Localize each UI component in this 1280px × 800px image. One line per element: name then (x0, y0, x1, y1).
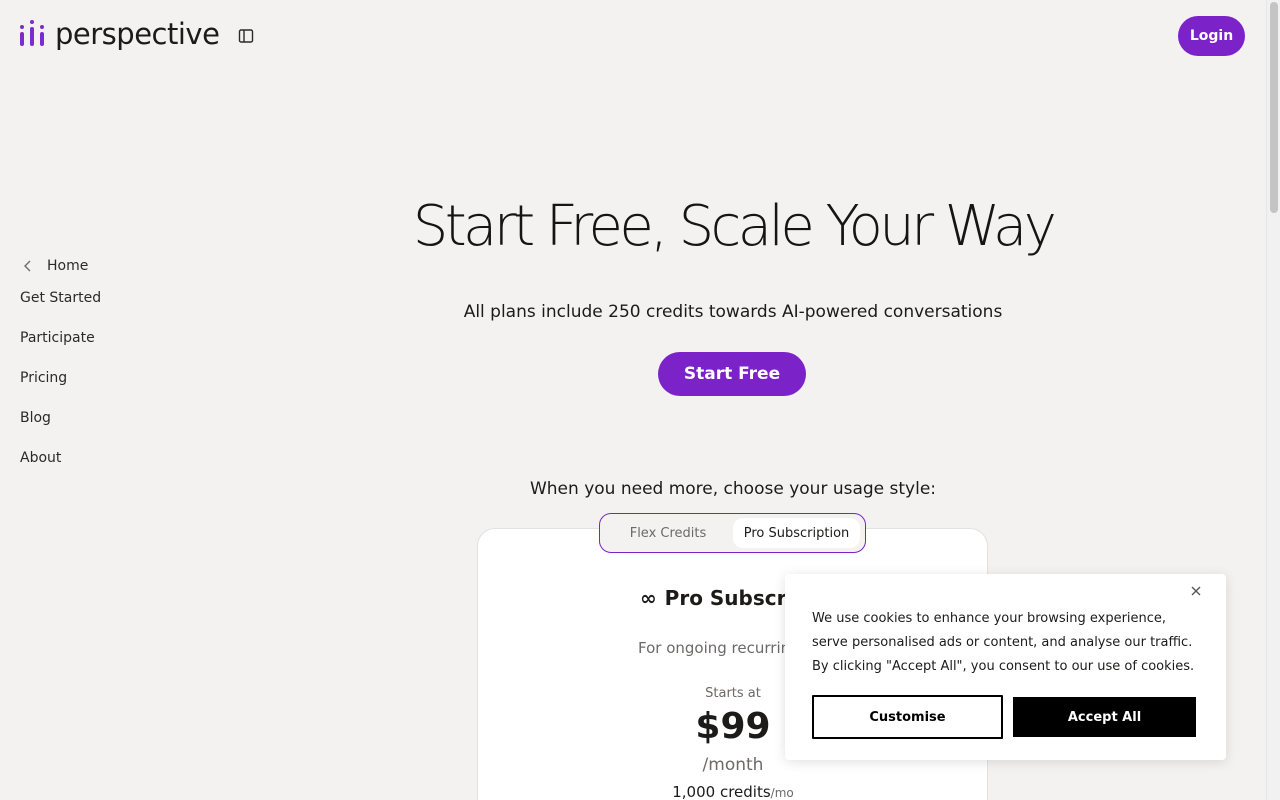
plan-credits: 1,000 credits/mo (0, 783, 1280, 800)
toggle-option-pro-subscription[interactable]: Pro Subscription (733, 518, 860, 548)
toggle-option-flex-credits[interactable]: Flex Credits (606, 518, 730, 548)
scrollbar-thumb[interactable] (1270, 2, 1278, 213)
logo-mark-icon (20, 19, 44, 49)
hero-subtitle: All plans include 250 credits towards AI… (463, 302, 1003, 322)
page-scrollbar[interactable] (1266, 0, 1280, 800)
plan-title: ∞ Pro Subscrip (640, 586, 808, 610)
nav-item-label: About (20, 450, 62, 466)
customise-button[interactable]: Customise (812, 695, 1003, 739)
top-header: perspective Login (0, 0, 1266, 72)
start-free-button[interactable]: Start Free (658, 352, 806, 396)
cookie-consent-banner: We use cookies to enhance your browsing … (785, 574, 1226, 760)
accept-all-button[interactable]: Accept All (1013, 697, 1196, 737)
hero-title: Start Free, Scale Your Way (412, 194, 1057, 259)
chevron-left-icon (24, 260, 31, 272)
nav-item-label: Home (47, 258, 89, 274)
nav-item-about[interactable]: About (20, 438, 61, 478)
close-icon[interactable] (1190, 585, 1202, 597)
logo-text: perspective (55, 17, 220, 51)
nav-item-participate[interactable]: Participate (20, 318, 95, 358)
logo[interactable]: perspective (20, 17, 220, 51)
plan-description: For ongoing recurrin (638, 639, 791, 657)
infinity-icon: ∞ (640, 586, 657, 610)
sidebar-toggle-icon[interactable] (237, 27, 255, 45)
credits-unit: /mo (770, 786, 794, 800)
nav-item-label: Pricing (20, 370, 68, 386)
nav-item-blog[interactable]: Blog (20, 398, 51, 438)
nav-item-pricing[interactable]: Pricing (20, 358, 67, 398)
login-button[interactable]: Login (1178, 16, 1245, 56)
cookie-message: We use cookies to enhance your browsing … (812, 611, 1195, 674)
nav-item-label: Blog (20, 410, 51, 426)
usage-style-toggle: Flex Credits Pro Subscription (599, 513, 866, 553)
usage-style-heading: When you need more, choose your usage st… (529, 479, 937, 499)
nav-item-label: Participate (20, 330, 95, 346)
credits-amount: 1,000 credits (672, 783, 771, 800)
